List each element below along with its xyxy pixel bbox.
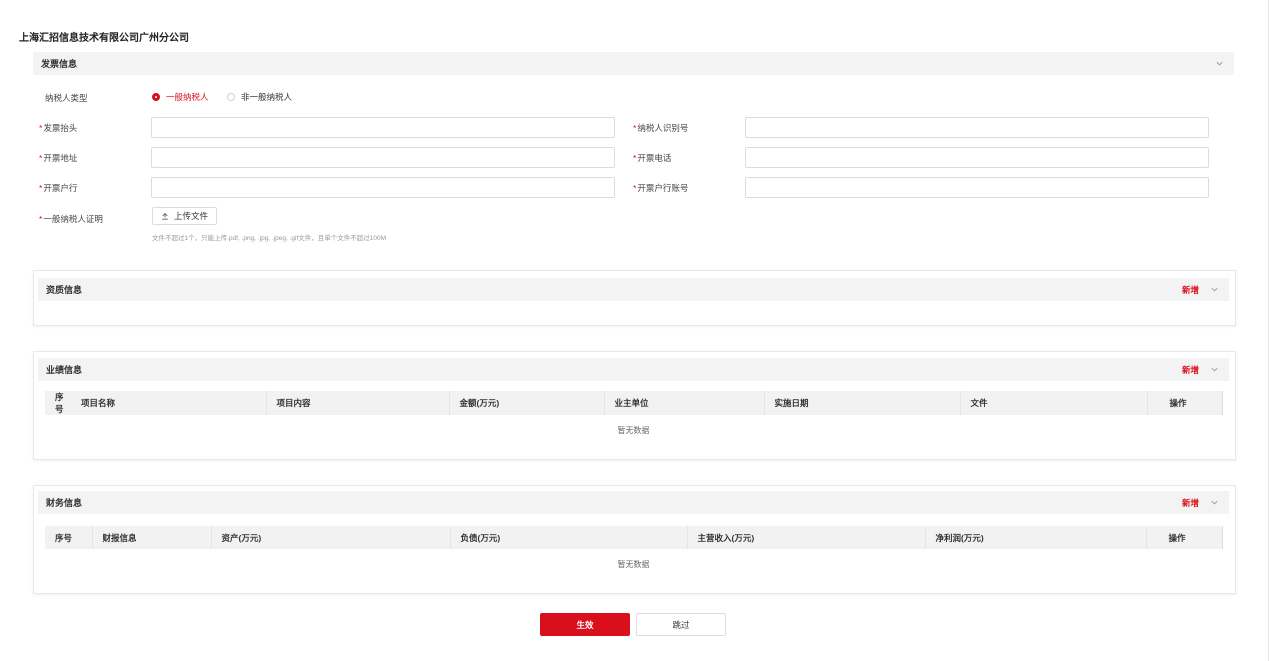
radio-non-general-taxpayer[interactable]: 非一般纳税人 [227, 91, 292, 103]
radio-checked-icon [152, 93, 160, 101]
col-revenue: 主营收入(万元) [687, 526, 926, 549]
submit-button[interactable]: 生效 [540, 613, 630, 636]
address-label: *开票地址 [39, 153, 78, 163]
chevron-down-icon[interactable] [1210, 285, 1219, 294]
col-amount: 金额(万元) [449, 391, 605, 415]
taxpayer-id-input[interactable] [745, 117, 1209, 138]
performance-section-header[interactable]: 业绩信息 新增 [38, 358, 1229, 381]
address-input[interactable] [151, 147, 615, 168]
radio-general-label: 一般纳税人 [166, 92, 209, 102]
qualification-section-title: 资质信息 [46, 285, 83, 295]
chevron-down-icon[interactable] [1215, 59, 1224, 68]
invoice-section-title: 发票信息 [41, 59, 78, 69]
col-net-profit: 净利润(万元) [925, 526, 1147, 549]
taxpayer-type-label: 纳税人类型 [45, 93, 88, 103]
finance-add-link[interactable]: 新增 [1182, 497, 1199, 509]
col-owner: 业主单位 [604, 391, 765, 415]
upload-hint: 文件不超过1个，只能上传.pdf, .png, .jpg, .jpeg, .gi… [152, 235, 387, 242]
chevron-down-icon[interactable] [1210, 365, 1219, 374]
radio-non-general-label: 非一般纳税人 [241, 92, 293, 102]
bank-label: *开票户行 [39, 183, 78, 193]
radio-unchecked-icon [227, 93, 235, 101]
col-action: 操作 [1147, 391, 1223, 415]
performance-add-link[interactable]: 新增 [1182, 364, 1199, 376]
invoice-header-label: *发票抬头 [39, 123, 78, 133]
upload-file-button[interactable]: 上传文件 [152, 207, 218, 225]
invoice-header-input[interactable] [151, 117, 615, 138]
upload-icon [162, 213, 168, 220]
radio-general-taxpayer[interactable]: 一般纳税人 [152, 91, 209, 103]
col-index: 序号 [45, 391, 81, 415]
finance-empty-text: 暂无数据 [617, 560, 650, 569]
performance-section-title: 业绩信息 [46, 365, 83, 375]
col-date: 实施日期 [764, 391, 961, 415]
qualification-add-link[interactable]: 新增 [1182, 284, 1199, 296]
finance-section-title: 财务信息 [46, 498, 83, 508]
certificate-label: *一般纳税人证明 [39, 214, 103, 224]
invoice-section-header[interactable]: 发票信息 [33, 52, 1234, 75]
col-project-name: 项目名称 [81, 391, 267, 415]
finance-section-header[interactable]: 财务信息 新增 [38, 491, 1229, 514]
company-name: 上海汇招信息技术有限公司广州分公司 [19, 33, 189, 44]
col-index: 序号 [45, 526, 93, 549]
performance-table-header-row: 序号 项目名称 项目内容 金额(万元) 业主单位 实施日期 文件 操作 [45, 391, 1223, 415]
phone-label: *开票电话 [633, 153, 672, 163]
bank-input[interactable] [151, 177, 615, 198]
bank-account-label: *开票户行账号 [633, 183, 689, 193]
qualification-section-header[interactable]: 资质信息 新增 [38, 278, 1229, 301]
col-liabilities: 负债(万元) [450, 526, 688, 549]
chevron-down-icon[interactable] [1210, 498, 1219, 507]
finance-table-header-row: 序号 财报信息 资产(万元) 负债(万元) 主营收入(万元) 净利润(万元) 操… [45, 526, 1223, 549]
performance-table: 序号 项目名称 项目内容 金额(万元) 业主单位 实施日期 文件 操作 [45, 391, 1223, 415]
performance-empty-text: 暂无数据 [617, 426, 650, 435]
col-action: 操作 [1146, 526, 1223, 549]
taxpayer-id-label: *纳税人识别号 [633, 123, 689, 133]
bank-account-input[interactable] [745, 177, 1209, 198]
skip-button[interactable]: 跳过 [636, 613, 726, 636]
col-assets: 资产(万元) [211, 526, 451, 549]
col-file: 文件 [960, 391, 1148, 415]
upload-file-label: 上传文件 [174, 211, 209, 221]
phone-input[interactable] [745, 147, 1209, 168]
col-report: 财报信息 [92, 526, 212, 549]
finance-table: 序号 财报信息 资产(万元) 负债(万元) 主营收入(万元) 净利润(万元) 操… [45, 526, 1223, 549]
col-project-content: 项目内容 [266, 391, 450, 415]
